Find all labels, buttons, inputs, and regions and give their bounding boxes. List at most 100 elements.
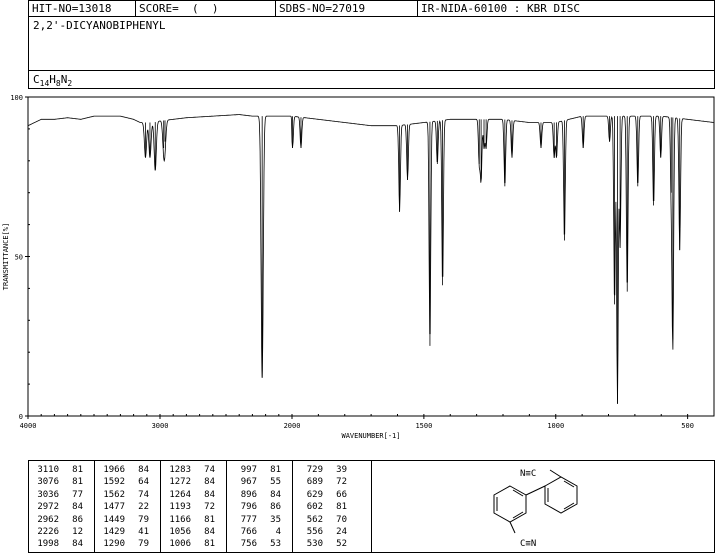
ir-spectrum-chart: 0 50 100 4000 3000 2000 1500 1000 500 WAVENUMBER[…: [2, 94, 715, 440]
x-tick-label: 500: [681, 422, 694, 430]
peak-transmittance: 81: [336, 502, 347, 513]
peak-table-column: 3110 81 3076 81 3036 77 2972 84 2962 86 2226 12 1998…: [29, 461, 95, 552]
peak-transmittance: 84: [270, 489, 281, 500]
peak-transmittance: 39: [336, 465, 347, 475]
peak-wavenumber: 1272: [169, 477, 191, 488]
y-tick-label: 50: [15, 254, 23, 262]
peak-wavenumber: 1283: [169, 465, 191, 475]
peak-wavenumber: 556: [306, 527, 323, 537]
peak-transmittance: 79: [138, 514, 149, 525]
peak-transmittance: 52: [336, 539, 347, 550]
x-tick-label: 2000: [284, 422, 301, 430]
peak-wavenumber: 967: [240, 477, 257, 488]
peak-wavenumber: 1477: [103, 502, 125, 513]
top-nitrile-label: N≡C: [520, 469, 536, 479]
y-tick-label: 100: [10, 94, 23, 102]
compound-name: 2,2'-DICYANOBIPHENYL: [33, 19, 166, 32]
peak-wavenumber: 1290: [103, 539, 125, 550]
spectrum-trace: [27, 114, 714, 405]
plot-frame: [27, 96, 715, 417]
peak-table-column: 997 81 967 55 896 84 796 86 777 35 766 4 756 53: [227, 461, 293, 552]
peak-wavenumber: 1449: [103, 514, 125, 525]
x-tick-label: 1000: [547, 422, 564, 430]
peak-wavenumber: 2962: [37, 514, 59, 525]
peak-wavenumber: 3036: [37, 489, 59, 500]
peak-transmittance: 84: [204, 489, 215, 500]
peak-transmittance: 86: [72, 514, 83, 525]
peak-wavenumber: 1006: [169, 539, 191, 550]
peak-transmittance: 41: [138, 527, 149, 537]
peak-wavenumber: 602: [306, 502, 323, 513]
peak-wavenumber: 756: [240, 539, 257, 550]
peak-wavenumber: 1056: [169, 527, 191, 537]
peak-wavenumber: 2226: [37, 527, 59, 537]
peak-wavenumber: 1264: [169, 489, 191, 500]
measurement-method: IR-NIDA-60100 : KBR DISC: [421, 2, 580, 15]
peak-transmittance: 66: [336, 489, 347, 500]
peak-wavenumber: 1429: [103, 527, 125, 537]
x-axis-label: WAVENUMBER[-1]: [341, 432, 400, 440]
peak-wavenumber: 729: [306, 465, 323, 475]
peak-transmittance: 84: [204, 527, 215, 537]
peak-transmittance: 35: [270, 514, 281, 525]
peak-transmittance: 81: [270, 465, 281, 475]
peak-wavenumber: 796: [240, 502, 257, 513]
peak-transmittance: 22: [138, 502, 149, 513]
peak-transmittance: 72: [336, 477, 347, 488]
peak-wavenumber: 777: [240, 514, 257, 525]
peak-transmittance: 81: [72, 465, 83, 475]
peak-table: 3110 81 3076 81 3036 77 2972 84 2962 86 2226 12 1998…: [28, 460, 372, 553]
sdbs-number: SDBS-NO=27019: [276, 1, 418, 17]
molecular-structure: N≡C C≡N: [493, 469, 578, 549]
peak-wavenumber: 766: [240, 527, 257, 537]
peak-transmittance: 79: [138, 539, 149, 550]
peak-wavenumber: 896: [240, 489, 257, 500]
peak-transmittance: 24: [336, 527, 347, 537]
peak-wavenumber: 689: [306, 477, 323, 488]
peak-transmittance: 84: [72, 539, 83, 550]
header-bar: HIT-NO=13018 SCORE= ( ) SDBS-NO=27019 IR…: [28, 0, 715, 17]
peak-wavenumber: 1966: [103, 465, 125, 475]
peak-transmittance: 53: [270, 539, 281, 550]
bottom-nitrile-label: C≡N: [520, 539, 536, 549]
peak-transmittance: 77: [72, 489, 83, 500]
peak-wavenumber: 629: [306, 489, 323, 500]
peak-wavenumber: 3110: [37, 465, 59, 475]
peak-transmittance: 4: [275, 527, 281, 537]
score: SCORE= ( ): [136, 1, 276, 17]
peak-transmittance: 74: [138, 489, 149, 500]
peak-wavenumber: 997: [240, 465, 257, 475]
peak-transmittance: 84: [72, 502, 83, 513]
biphenyl-rings: [493, 469, 578, 534]
structure-box: N≡C C≡N: [371, 460, 715, 553]
peak-wavenumber: 3076: [37, 477, 59, 488]
peak-table-column: 1283 74 1272 84 1264 84 1193 72 1166 81 1056 84 1006…: [161, 461, 227, 552]
peak-transmittance: 74: [204, 465, 215, 475]
hit-number: HIT-NO=13018: [29, 1, 136, 17]
peak-transmittance: 81: [204, 514, 215, 525]
peak-transmittance: 81: [72, 477, 83, 488]
peak-transmittance: 84: [204, 477, 215, 488]
peak-wavenumber: 1166: [169, 514, 191, 525]
peak-wavenumber: 1998: [37, 539, 59, 550]
peak-transmittance: 72: [204, 502, 215, 513]
peak-table-column: 729 39 689 72 629 66 602 81 562 70 556 24 530 52: [293, 461, 371, 552]
peak-wavenumber: 562: [306, 514, 323, 525]
formula-box: C14H8N2: [28, 70, 715, 89]
peak-transmittance: 12: [72, 527, 83, 537]
peak-wavenumber: 530: [306, 539, 323, 550]
y-tick-label: 0: [19, 413, 23, 421]
peak-wavenumber: 1193: [169, 502, 191, 513]
peak-transmittance: 81: [204, 539, 215, 550]
peak-wavenumber: 2972: [37, 502, 59, 513]
peak-transmittance: 64: [138, 477, 149, 488]
x-tick-label: 4000: [20, 422, 37, 430]
peak-transmittance: 70: [336, 514, 347, 525]
x-tick-label: 1500: [415, 422, 432, 430]
peak-wavenumber: 1592: [103, 477, 125, 488]
molecular-formula: C14H8N2: [33, 73, 73, 89]
x-tick-label: 3000: [152, 422, 169, 430]
peak-transmittance: 86: [270, 502, 281, 513]
peak-wavenumber: 1562: [103, 489, 125, 500]
peak-transmittance: 84: [138, 465, 149, 475]
